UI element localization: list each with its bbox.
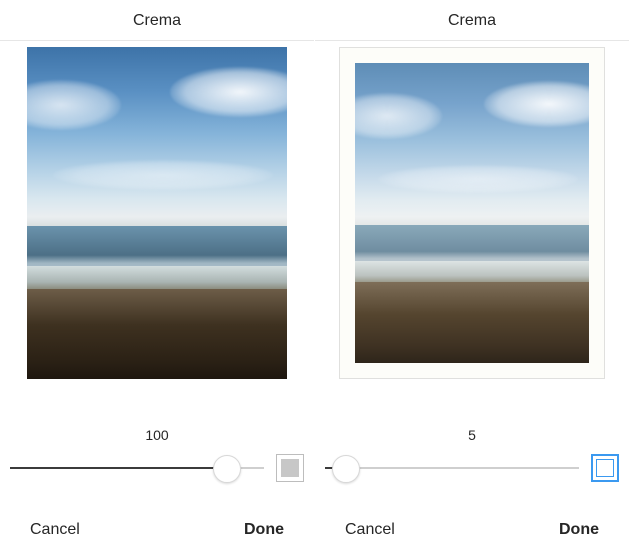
filter-title: Crema — [315, 0, 629, 41]
filter-strength-slider[interactable] — [325, 453, 579, 483]
done-button[interactable]: Done — [559, 521, 599, 539]
preview-wrap — [315, 41, 629, 379]
done-button[interactable]: Done — [244, 521, 284, 539]
cancel-button[interactable]: Cancel — [345, 521, 395, 539]
photo-frame — [339, 47, 605, 379]
bottom-bar: Cancel Done — [315, 505, 629, 559]
photo-preview — [355, 63, 589, 363]
app: Crema 100 — [0, 0, 630, 559]
controls: 100 — [0, 427, 314, 505]
filter-title: Crema — [0, 0, 314, 41]
slider-value-label: 100 — [10, 427, 304, 443]
controls: 5 — [315, 427, 629, 505]
bottom-bar: Cancel Done — [0, 505, 314, 559]
photo-preview — [27, 47, 287, 379]
frame-toggle[interactable] — [276, 454, 304, 482]
filter-strength-slider[interactable] — [10, 453, 264, 483]
editor-pane-left: Crema 100 — [0, 0, 315, 559]
slider-value-label: 5 — [325, 427, 619, 443]
frame-toggle[interactable] — [591, 454, 619, 482]
editor-pane-right: Crema — [315, 0, 630, 559]
cancel-button[interactable]: Cancel — [30, 521, 80, 539]
preview-wrap — [0, 41, 314, 379]
